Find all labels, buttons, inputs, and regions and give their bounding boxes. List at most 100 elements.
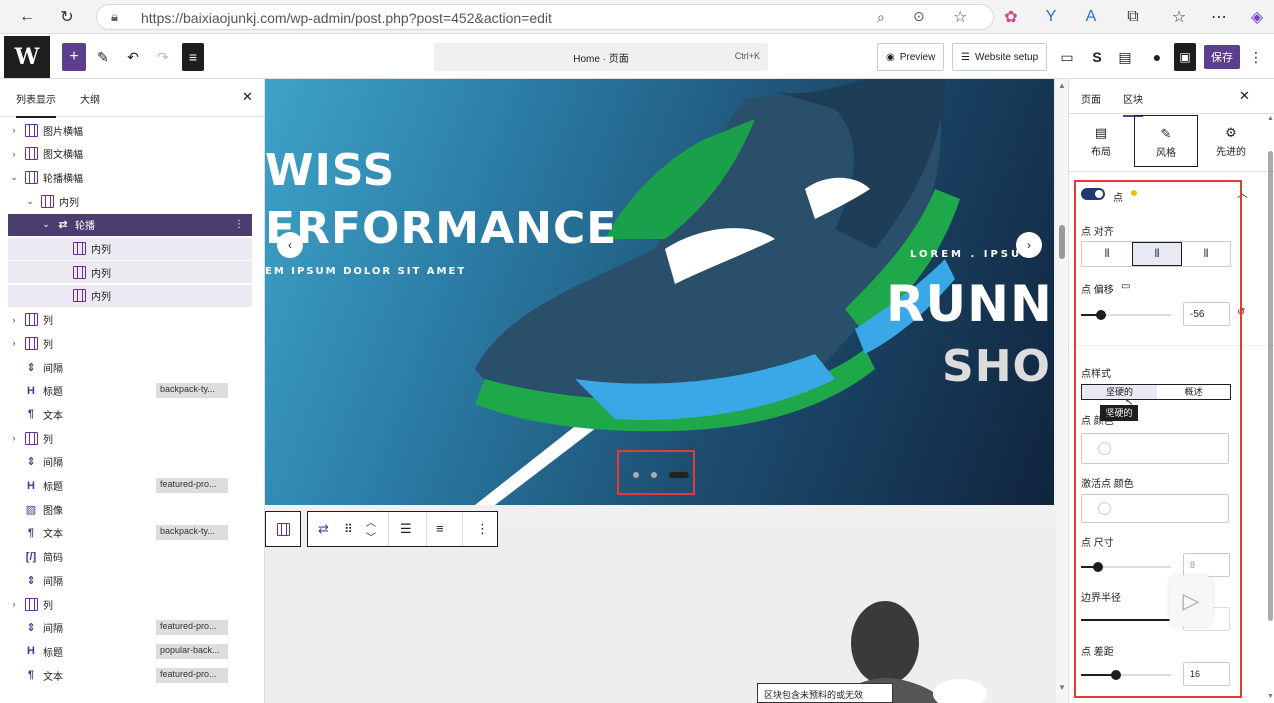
website-setup-button[interactable]: ☰ Website setup <box>952 43 1048 71</box>
extension-flower-icon[interactable]: ✿ <box>1000 7 1022 27</box>
block-options-icon[interactable]: ⋮ <box>476 521 489 537</box>
page-settings-icon[interactable]: ▤ <box>1114 43 1136 71</box>
document-overview-icon[interactable]: ≡ <box>182 43 204 71</box>
list-view-item[interactable]: › 列 <box>8 427 252 449</box>
block-inserter-button[interactable]: + <box>62 43 86 71</box>
list-view-item[interactable]: [/] 简码 <box>8 546 252 568</box>
list-view-item[interactable]: ⇕ 间隔 featured-pro... <box>8 617 252 639</box>
tab-advanced[interactable]: ⚙ 先进的 <box>1203 115 1259 167</box>
more-icon[interactable]: ⋯ <box>1208 7 1230 27</box>
brush-icon: ✎ <box>1160 126 1172 141</box>
scroll-thumb[interactable] <box>1268 151 1273 621</box>
close-icon[interactable]: ✕ <box>242 89 253 105</box>
scroll-down-icon[interactable]: ▼ <box>1267 693 1274 700</box>
save-button[interactable]: 保存 <box>1204 45 1240 69</box>
scroll-up-icon[interactable]: ▲ <box>1267 115 1274 122</box>
settings-sidebar-icon[interactable]: ▣ <box>1174 43 1196 71</box>
close-sidebar-icon[interactable]: ✕ <box>1239 88 1250 104</box>
chevron-icon[interactable]: › <box>8 149 20 159</box>
justify-icon[interactable]: ≡ <box>436 521 444 536</box>
list-view-item[interactable]: ¶ 文本 featured-pro... <box>8 664 252 686</box>
list-view-item[interactable]: ▨ 图像 <box>8 498 252 520</box>
styles-icon[interactable]: S <box>1086 43 1108 71</box>
hero-subtitle: EM IPSUM DOLOR SIT AMET <box>265 266 467 277</box>
sidebar-scrollbar[interactable]: ▲ ▼ <box>1265 115 1274 703</box>
list-view-item[interactable]: › 列 <box>8 332 252 354</box>
list-view-item-label: 内列 <box>91 268 111 280</box>
copilot-icon[interactable]: ◈ <box>1246 7 1268 27</box>
back-icon[interactable]: ← <box>16 7 38 27</box>
list-view-item[interactable]: H 标题 popular-back... <box>8 640 252 662</box>
list-view-item[interactable]: › 列 <box>8 593 252 615</box>
list-view-item[interactable]: ¶ 文本 backpack-ty... <box>8 522 252 544</box>
undo-icon[interactable]: ↶ <box>122 43 144 71</box>
align-icon[interactable]: ☰ <box>400 521 412 537</box>
divider <box>1069 171 1274 172</box>
list-view-item[interactable]: ⌄ ⇄ 轮播 ⋮ <box>8 213 252 236</box>
item-options-icon[interactable]: ⋮ <box>234 219 244 230</box>
list-view-item[interactable]: ⌄ 轮播横幅 <box>8 166 252 188</box>
device-preview-icon[interactable]: ▭ <box>1056 43 1078 71</box>
tab-list-view[interactable]: 列表显示 <box>16 91 56 118</box>
lower-section[interactable]: 区块包含未预料的或无效 <box>265 523 1054 703</box>
options-icon[interactable]: ⋮ <box>1248 43 1264 71</box>
scroll-thumb[interactable] <box>1059 225 1065 259</box>
extension-y-icon[interactable]: Y <box>1040 7 1062 27</box>
chevron-icon[interactable]: ⌄ <box>24 196 36 207</box>
tools-pencil-icon[interactable]: ✎ <box>92 43 114 71</box>
list-view-item[interactable]: 内列 <box>8 237 252 260</box>
chevron-icon[interactable]: ⌄ <box>40 219 52 230</box>
carousel-dot-active[interactable] <box>669 472 689 478</box>
wordpress-logo-icon[interactable]: W <box>4 36 50 78</box>
tab-page[interactable]: 页面 <box>1081 91 1101 106</box>
list-view-item[interactable]: ⌄ 内列 <box>8 190 252 212</box>
chevron-icon[interactable]: › <box>8 315 20 325</box>
carousel-block-icon[interactable]: ⇄ <box>318 521 329 537</box>
scroll-up-icon[interactable]: ▲ <box>1058 81 1066 90</box>
favorite-star-icon[interactable]: ☆ <box>953 7 967 27</box>
chevron-icon[interactable]: › <box>8 433 20 443</box>
reload-icon[interactable]: ↻ <box>56 7 78 27</box>
list-view-item[interactable]: ⇕ 间隔 <box>8 451 252 473</box>
favorites-icon[interactable]: ☆ <box>1168 7 1190 27</box>
list-view-item[interactable]: › 列 <box>8 309 252 331</box>
editor-canvas[interactable]: WISS ERFORMANCE EM IPSUM DOLOR SIT AMET … <box>265 79 1068 703</box>
tab-outline[interactable]: 大纲 <box>80 91 100 106</box>
parent-block-button[interactable] <box>265 511 301 547</box>
extensions-icon[interactable]: ⧉ <box>1122 7 1144 27</box>
carousel-hero-slide[interactable]: WISS ERFORMANCE EM IPSUM DOLOR SIT AMET … <box>265 79 1054 505</box>
redo-icon[interactable]: ↷ <box>152 43 174 71</box>
list-view-item[interactable]: H 标题 featured-pro... <box>8 475 252 497</box>
list-view-item[interactable]: 内列 <box>8 284 252 307</box>
list-view-item[interactable]: 内列 <box>8 261 252 284</box>
list-view-item[interactable]: ⇕ 间隔 <box>8 569 252 591</box>
command-palette-bar[interactable]: Home · 页面 Ctrl+K <box>434 43 768 71</box>
chevron-icon[interactable]: ⌄ <box>8 172 20 183</box>
list-view-item[interactable]: › 图文横幅 <box>8 143 252 165</box>
carousel-next-button[interactable]: › <box>1016 232 1042 258</box>
command-title: Home · 页面 <box>573 54 629 65</box>
move-down-icon[interactable]: ﹀ <box>366 529 376 544</box>
carousel-prev-button[interactable]: ‹ <box>277 232 303 258</box>
chevron-icon[interactable]: › <box>8 338 20 348</box>
tab-style[interactable]: ✎ 风格 <box>1134 115 1198 167</box>
preview-button[interactable]: ◉ Preview <box>877 43 945 71</box>
list-view-item[interactable]: › 图片横幅 <box>8 119 252 141</box>
chevron-icon[interactable]: › <box>8 125 20 135</box>
carousel-dot[interactable] <box>633 472 639 478</box>
address-bar[interactable]: 🔒︎ https://baixiaojunkj.com/wp-admin/pos… <box>96 4 994 30</box>
drag-handle-icon[interactable]: ⠿ <box>344 522 353 536</box>
list-view-item[interactable]: H 标题 backpack-ty... <box>8 380 252 402</box>
extension-translate-icon[interactable]: A <box>1080 7 1102 27</box>
tab-layout[interactable]: ▤ 布局 <box>1073 115 1129 167</box>
list-view-item[interactable]: ¶ 文本 <box>8 403 252 425</box>
scroll-down-icon[interactable]: ▼ <box>1058 683 1066 692</box>
carousel-dot[interactable] <box>651 472 657 478</box>
plugin-b-icon[interactable]: ● <box>1146 43 1168 71</box>
canvas-scrollbar[interactable]: ▲ ▼ <box>1056 79 1068 703</box>
chevron-icon[interactable]: › <box>8 599 20 609</box>
reader-icon[interactable]: ⊙ <box>913 8 925 25</box>
zoom-icon[interactable]: ⌕ <box>877 9 885 26</box>
move-up-icon[interactable]: ︿ <box>366 514 376 529</box>
list-view-item[interactable]: ⇕ 间隔 <box>8 356 252 378</box>
